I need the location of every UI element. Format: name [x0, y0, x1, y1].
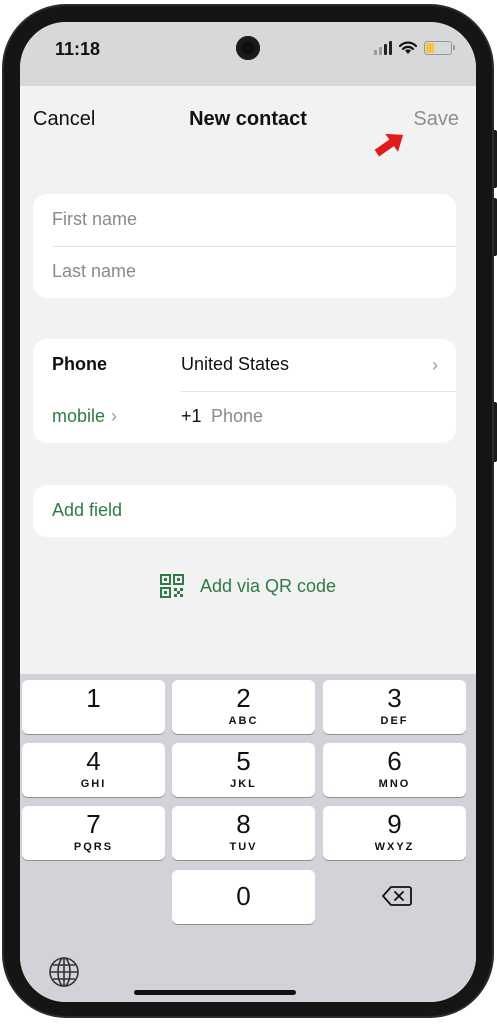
key-3[interactable]: 3 DEF — [323, 680, 466, 734]
phone-country-row[interactable]: Phone United States › — [33, 339, 456, 391]
key-0[interactable]: 0 — [172, 870, 315, 924]
wifi-icon — [399, 41, 417, 54]
numeric-keypad: 1 2 ABC 3 DEF 4 GHI 5 JKL 6 MNO 7 PQRS 8 TUV 9W… — [20, 674, 476, 1002]
country-selector[interactable]: United States — [181, 354, 289, 375]
add-field-row[interactable]: Add field — [33, 485, 456, 537]
status-icons — [374, 41, 455, 55]
front-camera — [236, 36, 260, 60]
first-name-placeholder: First name — [52, 209, 138, 229]
add-via-qr-button[interactable]: Add via QR code — [20, 574, 476, 598]
phone-number-input[interactable]: Phone — [211, 406, 263, 427]
qr-code-icon — [159, 574, 184, 598]
add-field-card[interactable]: Add field — [33, 485, 456, 537]
signal-icon — [374, 41, 392, 55]
chevron-right-icon: › — [111, 406, 118, 426]
battery-icon — [424, 41, 455, 55]
key-9[interactable]: 9 WXYZ — [323, 806, 466, 860]
first-name-field[interactable]: First name — [33, 194, 456, 246]
phone-card: Phone United States › mobile › +1 Phone — [33, 339, 456, 443]
page-title: New contact — [189, 108, 307, 130]
save-button[interactable]: Save — [413, 108, 459, 131]
name-card: First name Last name — [33, 194, 456, 298]
key-2[interactable]: 2 ABC — [172, 680, 315, 734]
last-name-placeholder: Last name — [52, 261, 137, 281]
new-contact-sheet: Cancel New contact Save First name Last — [20, 86, 476, 1002]
key-7[interactable]: 7 PQRS — [22, 806, 165, 860]
status-bar: 11:18 — [20, 22, 476, 86]
phone-frame: 11:18 Cancel New contact Save First name… — [4, 6, 492, 1016]
key-8[interactable]: 8 TUV — [172, 806, 315, 860]
last-name-field[interactable]: Last name — [33, 246, 456, 298]
backspace-icon[interactable] — [382, 885, 412, 907]
phone-type-label: mobile — [52, 406, 106, 426]
nav-bar: Cancel New contact Save — [20, 86, 476, 157]
chevron-right-icon: › — [432, 355, 438, 375]
annotation-arrow-icon — [374, 133, 404, 157]
country-code: +1 — [181, 406, 202, 426]
key-4[interactable]: 4 GHI — [22, 743, 165, 797]
phone-type-selector[interactable]: mobile › — [52, 406, 117, 427]
add-field-label: Add field — [52, 500, 123, 520]
key-6[interactable]: 6 MNO — [323, 743, 466, 797]
screen: 11:18 Cancel New contact Save First name… — [20, 22, 476, 1002]
qr-label: Add via QR code — [199, 575, 337, 596]
home-indicator[interactable] — [134, 990, 296, 995]
globe-icon[interactable] — [48, 956, 80, 988]
key-5[interactable]: 5 JKL — [172, 743, 315, 797]
status-time: 11:18 — [55, 39, 101, 59]
key-1[interactable]: 1 — [22, 680, 165, 734]
phone-number-row: mobile › +1 Phone — [33, 391, 456, 443]
phone-label: Phone — [52, 354, 108, 374]
